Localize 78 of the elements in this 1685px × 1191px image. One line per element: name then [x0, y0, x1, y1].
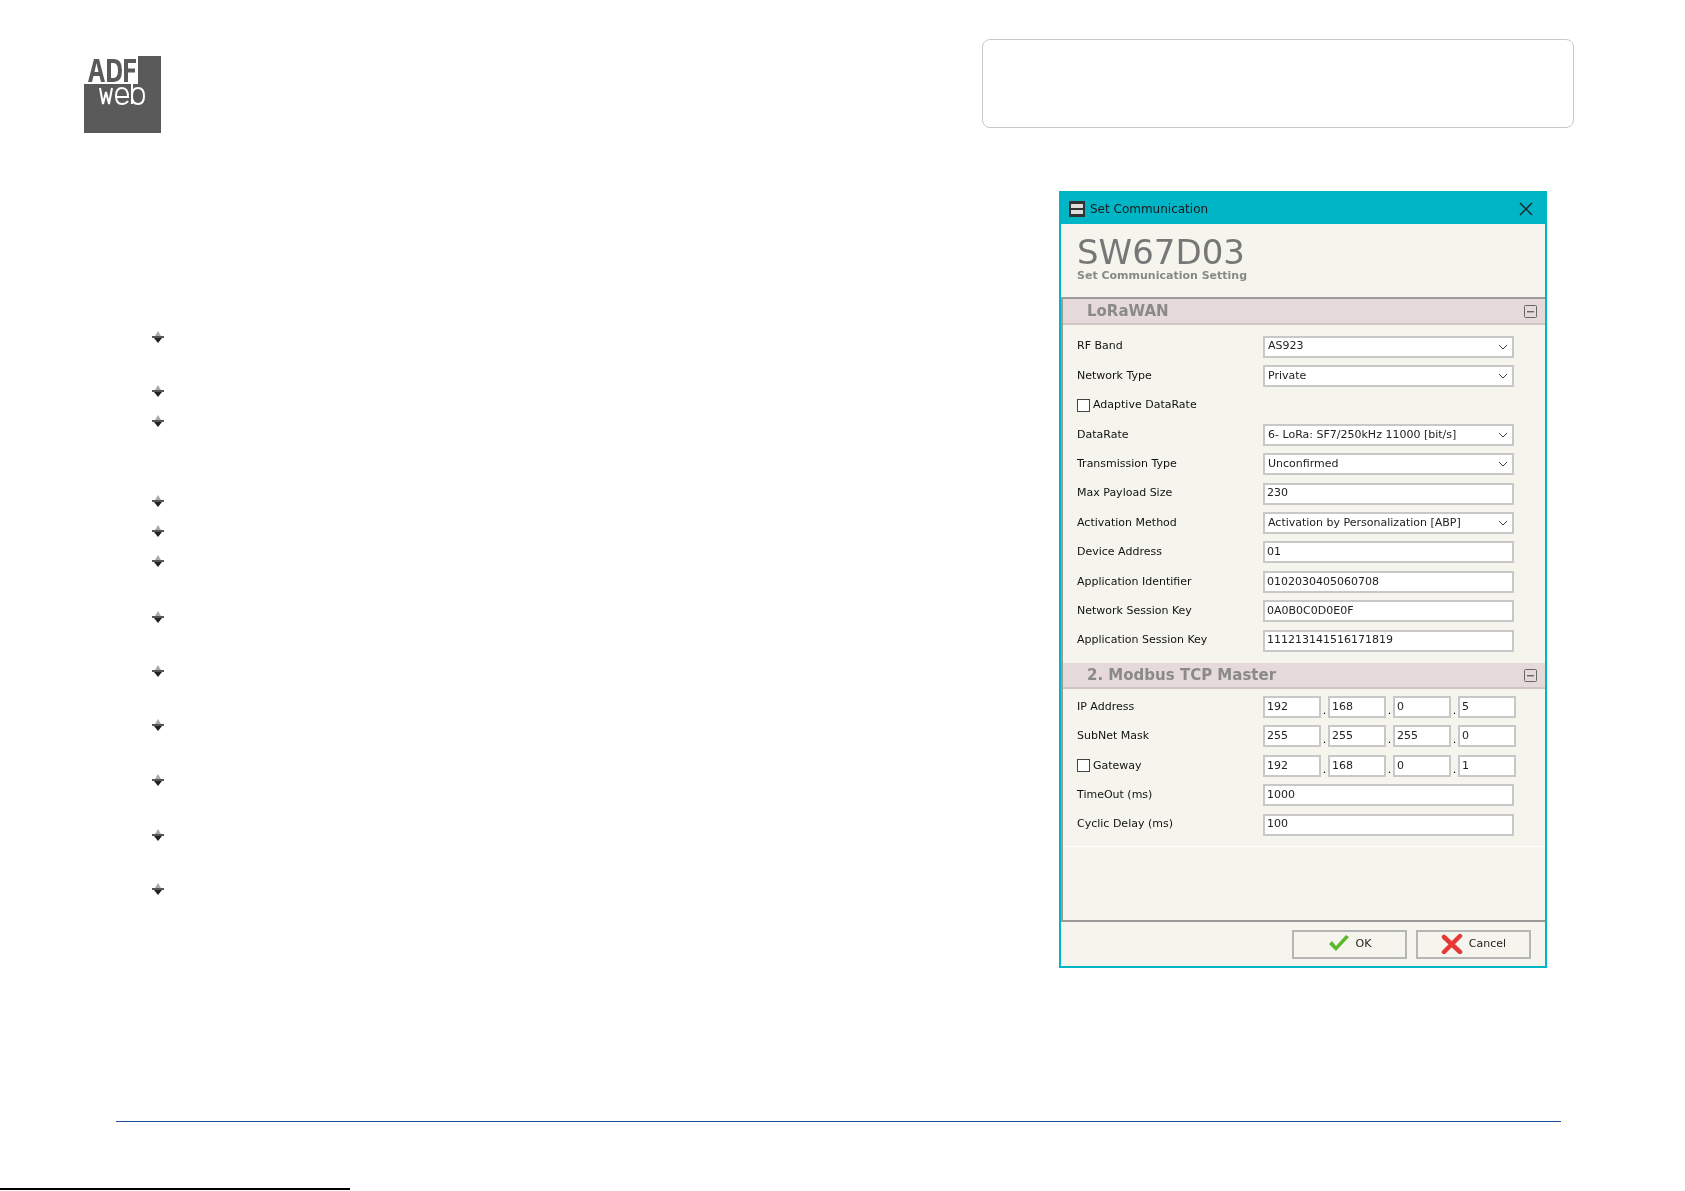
dropdown[interactable]: Private	[1263, 365, 1514, 388]
ip-octet-field[interactable]: 168	[1328, 696, 1386, 718]
dot-separator: .	[1451, 762, 1458, 777]
ip-octet-field[interactable]: 1	[1458, 754, 1516, 777]
field-label: SubNet Mask	[1077, 728, 1150, 745]
dot-separator: .	[1321, 733, 1328, 748]
field-label: Cyclic Delay (ms)	[1077, 816, 1173, 833]
dot-separator: .	[1451, 733, 1458, 748]
field-label: Device Address	[1077, 544, 1162, 561]
chevron-icon	[1498, 373, 1508, 380]
field-label: Network Session Key	[1077, 602, 1192, 619]
field-label: Application Session Key	[1077, 632, 1208, 649]
field-label: Application Identifier	[1077, 573, 1192, 590]
bullet-icon	[151, 494, 165, 508]
dot-separator: .	[1321, 704, 1328, 718]
ip-octet-field[interactable]: 5	[1458, 696, 1516, 718]
field-label: TimeOut (ms)	[1077, 786, 1153, 803]
input-field[interactable]: 100	[1263, 813, 1514, 836]
bullet-icon	[151, 414, 165, 428]
dropdown[interactable]: AS923	[1263, 335, 1514, 358]
bullet-icon	[151, 554, 165, 568]
dropdown[interactable]: 6- LoRa: SF7/250kHz 11000 [bit/s]	[1263, 423, 1514, 446]
bullet-icon	[151, 882, 165, 896]
input-field[interactable]: 230	[1263, 482, 1514, 505]
ip-octet-field[interactable]: 255	[1263, 725, 1321, 748]
ip-octet-field[interactable]: 192	[1263, 696, 1321, 718]
field-label: IP Address	[1077, 698, 1135, 715]
chevron-icon	[1498, 520, 1508, 527]
field-label: RF Band	[1077, 338, 1123, 355]
field-label: Transmission Type	[1077, 456, 1177, 472]
ip-octet-field[interactable]: 0	[1393, 754, 1451, 777]
ok-button[interactable]: OK	[1292, 929, 1407, 959]
input-field[interactable]: 0102030405060708	[1263, 570, 1514, 593]
ip-octet-field[interactable]: 168	[1328, 754, 1386, 777]
field-label: Adaptive DataRate	[1093, 397, 1197, 414]
input-field[interactable]: 111213141516171819	[1263, 629, 1514, 652]
ip-octet-field[interactable]: 0	[1393, 696, 1451, 718]
dropdown[interactable]: Activation by Personalization [ABP]	[1263, 512, 1514, 535]
bullet-icon	[151, 664, 165, 678]
ip-octet-field[interactable]: 0	[1458, 725, 1516, 748]
dot-separator: .	[1386, 704, 1393, 718]
cross-icon	[1440, 934, 1463, 954]
dot-separator: .	[1386, 733, 1393, 748]
dot-separator: .	[1321, 762, 1328, 777]
bullet-icon	[151, 330, 165, 344]
bullet-icon	[151, 773, 165, 787]
checkbox[interactable]	[1077, 398, 1090, 412]
field-label: Network Type	[1077, 367, 1152, 384]
chevron-icon	[1498, 343, 1508, 350]
checkbox[interactable]	[1077, 759, 1090, 773]
window-title: Set Communication	[1090, 200, 1209, 218]
bullet-icon	[151, 384, 165, 398]
ip-octet-field[interactable]: 192	[1263, 754, 1321, 777]
chevron-icon	[1498, 431, 1508, 438]
product-name: SW67D03	[1077, 234, 1245, 270]
field-label: Max Payload Size	[1077, 485, 1173, 502]
input-field[interactable]: 0A0B0C0D0E0F	[1263, 600, 1514, 623]
dot-separator: .	[1386, 762, 1393, 777]
field-label: DataRate	[1077, 426, 1129, 443]
field-label: Gateway	[1093, 757, 1142, 774]
cancel-button[interactable]: Cancel	[1416, 929, 1531, 959]
dropdown[interactable]: Unconfirmed	[1263, 453, 1514, 476]
ip-octet-field[interactable]: 255	[1328, 725, 1386, 748]
field-label: Activation Method	[1077, 514, 1177, 531]
close-button[interactable]	[1519, 201, 1533, 216]
bullet-icon	[151, 718, 165, 732]
collapse-icon[interactable]	[1524, 304, 1537, 318]
collapse-icon[interactable]	[1524, 668, 1537, 682]
bullet-icon	[151, 828, 165, 842]
app-icon	[1069, 200, 1085, 217]
input-field[interactable]: 01	[1263, 541, 1514, 564]
bullet-icon	[151, 524, 165, 538]
product-subtitle: Set Communication Setting	[1077, 270, 1248, 282]
dot-separator: .	[1451, 704, 1458, 718]
input-field[interactable]: 1000	[1263, 784, 1514, 807]
ip-octet-field[interactable]: 255	[1393, 725, 1451, 748]
chevron-icon	[1498, 461, 1508, 468]
bullet-icon	[151, 610, 165, 624]
